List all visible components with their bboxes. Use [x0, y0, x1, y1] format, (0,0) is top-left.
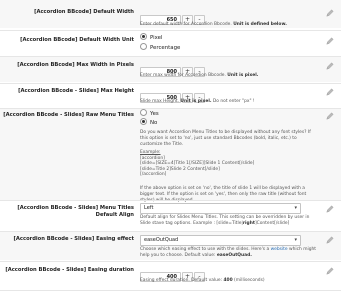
- desc-bold: easeOutQuad.: [216, 253, 252, 259]
- options-panel: [Accordion BBcode] Default Width 650 + - E…: [0, 0, 341, 300]
- chevron-down-icon: ▾: [294, 205, 297, 211]
- select-value: Left: [144, 205, 154, 211]
- setting-label-raw-menu-titles: [Accordion BBcode - Slides] Raw Menu Tit…: [3, 112, 134, 118]
- setting-description: Enter default width for Accordion Bbcode…: [140, 22, 318, 28]
- setting-description: Choose which easing effect to use with t…: [140, 247, 318, 259]
- radio-option-percentage[interactable]: Percentage: [140, 43, 181, 52]
- desc-text: Do not enter "px" !: [211, 99, 255, 104]
- desc-bold: 400: [223, 278, 233, 283]
- select-value: easeOutQuad: [144, 237, 179, 243]
- divider: [0, 83, 341, 84]
- setting-label-default-width: [Accordion BBcode] Default Width: [34, 9, 134, 15]
- radio-label: Pixel: [150, 35, 163, 41]
- divider: [0, 30, 341, 31]
- website-link[interactable]: website: [271, 247, 288, 252]
- setting-label-easing-effect: [Accordion BBcode - Slides] Easing effec…: [13, 236, 134, 242]
- desc-bold: Unit is pixel.: [227, 73, 259, 78]
- pencil-icon[interactable]: [326, 88, 334, 96]
- radio-button[interactable]: [140, 43, 147, 50]
- setting-label-easing-duration: [Accordion BBcode - Slides] Easing durat…: [5, 267, 134, 273]
- divider: [0, 200, 341, 201]
- desc-text: ]Content[/slide]: [254, 221, 290, 227]
- desc-text: Easing effect duration. Default value:: [140, 278, 224, 283]
- pencil-icon[interactable]: [326, 236, 334, 244]
- example-block: Example: [accordion] [slide=[SIZE=4]Titl…: [140, 150, 318, 178]
- radio-option-pixel[interactable]: Pixel: [140, 33, 163, 42]
- desc-bold: Unit is pixel.: [180, 99, 212, 104]
- divider: [0, 261, 341, 262]
- setting-description: Enter max width for Accordion Bbcode. Un…: [140, 73, 318, 79]
- pencil-icon[interactable]: [326, 62, 334, 70]
- pencil-icon[interactable]: [326, 267, 334, 275]
- setting-description: If the above option is set on 'no', the …: [140, 186, 307, 203]
- radio-option-yes[interactable]: Yes: [140, 109, 159, 118]
- desc-bold: Unit is defined below.: [233, 22, 287, 27]
- desc-text: Enter max width for Accordion Bbcode.: [140, 73, 228, 78]
- radio-button[interactable]: [140, 118, 147, 125]
- example-line: [/accordion]: [140, 172, 167, 178]
- setting-description: Default align for Slides Menu Titles. Th…: [140, 215, 318, 227]
- setting-description: Easing effect duration. Default value: 4…: [140, 278, 318, 284]
- chevron-down-icon: ▾: [294, 237, 297, 243]
- radio-button[interactable]: [140, 33, 147, 40]
- radio-label: Yes: [150, 111, 159, 117]
- desc-bold: right: [242, 221, 255, 227]
- desc-text: Choose which easing effect to use with t…: [140, 247, 271, 252]
- radio-label: Percentage: [150, 45, 181, 51]
- setting-description: Do you want Accordion Menu Titles to be …: [140, 130, 311, 148]
- pencil-icon[interactable]: [326, 9, 334, 17]
- align-select[interactable]: Left ▾: [140, 203, 301, 214]
- easing-select[interactable]: easeOutQuad ▾: [140, 235, 301, 246]
- setting-label-width-unit: [Accordion BBcode] Default Width Unit: [20, 37, 134, 43]
- radio-label: No: [150, 120, 158, 126]
- pencil-icon[interactable]: [326, 112, 334, 120]
- pencil-icon[interactable]: [326, 205, 334, 213]
- desc-text: (milliseconds): [232, 278, 265, 283]
- desc-text: Slide max Height.: [140, 99, 181, 104]
- pencil-icon[interactable]: [326, 37, 334, 45]
- setting-label-max-width: [Accordion BBcode] Max Width in Pixels: [17, 62, 134, 68]
- setting-description: Slide max Height. Unit is pixel. Do not …: [140, 99, 318, 105]
- setting-label-max-height: [Accordion BBcode - Slides] Max Height: [18, 88, 134, 94]
- radio-button[interactable]: [140, 109, 147, 116]
- setting-label-default-align: [Accordion BBcode - Slides] Menu Titles …: [17, 205, 134, 218]
- radio-option-no[interactable]: No: [140, 118, 158, 127]
- desc-text: Enter default width for Accordion Bbcode…: [140, 22, 234, 27]
- divider: [0, 290, 341, 291]
